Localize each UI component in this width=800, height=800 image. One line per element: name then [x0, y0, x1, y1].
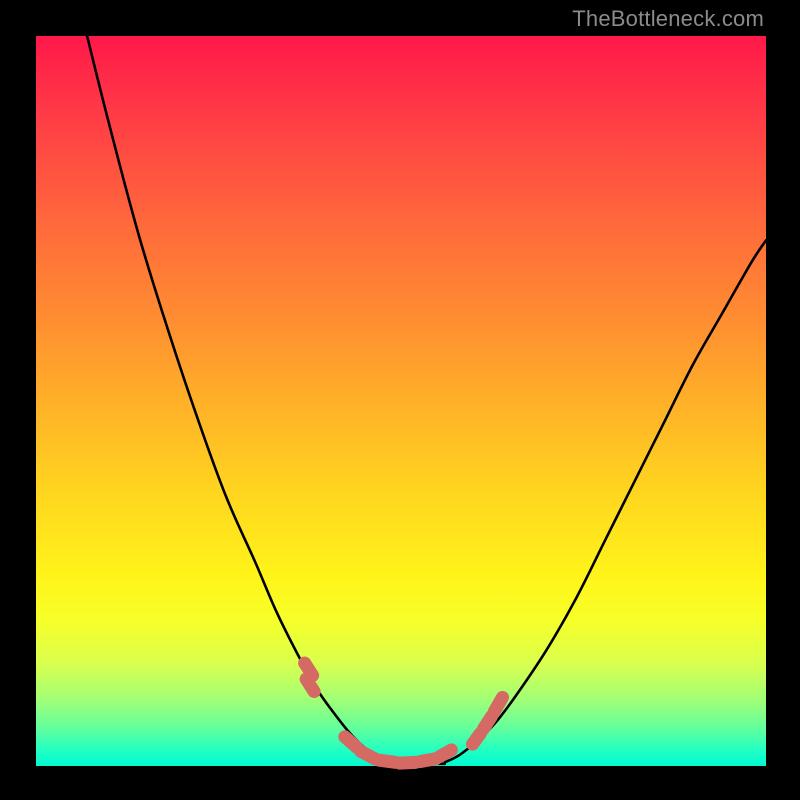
dash-bottom-4 [420, 759, 436, 762]
curve-layer [36, 36, 766, 766]
dash-bottom-0 [345, 737, 357, 748]
dash-right-1 [483, 716, 491, 728]
dash-bottom-2 [379, 760, 395, 762]
chart-frame: TheBottleneck.com [0, 0, 800, 800]
dash-bottom-3 [400, 762, 416, 763]
dash-left-1 [306, 679, 314, 691]
dash-bottom-5 [440, 750, 452, 757]
dash-bottom-1 [361, 751, 375, 758]
dash-right-2 [494, 697, 502, 711]
left-curve [87, 36, 386, 762]
watermark-text: TheBottleneck.com [572, 6, 764, 32]
plot-area [36, 36, 766, 766]
dash-right-0 [473, 733, 481, 744]
right-curve [445, 240, 766, 762]
